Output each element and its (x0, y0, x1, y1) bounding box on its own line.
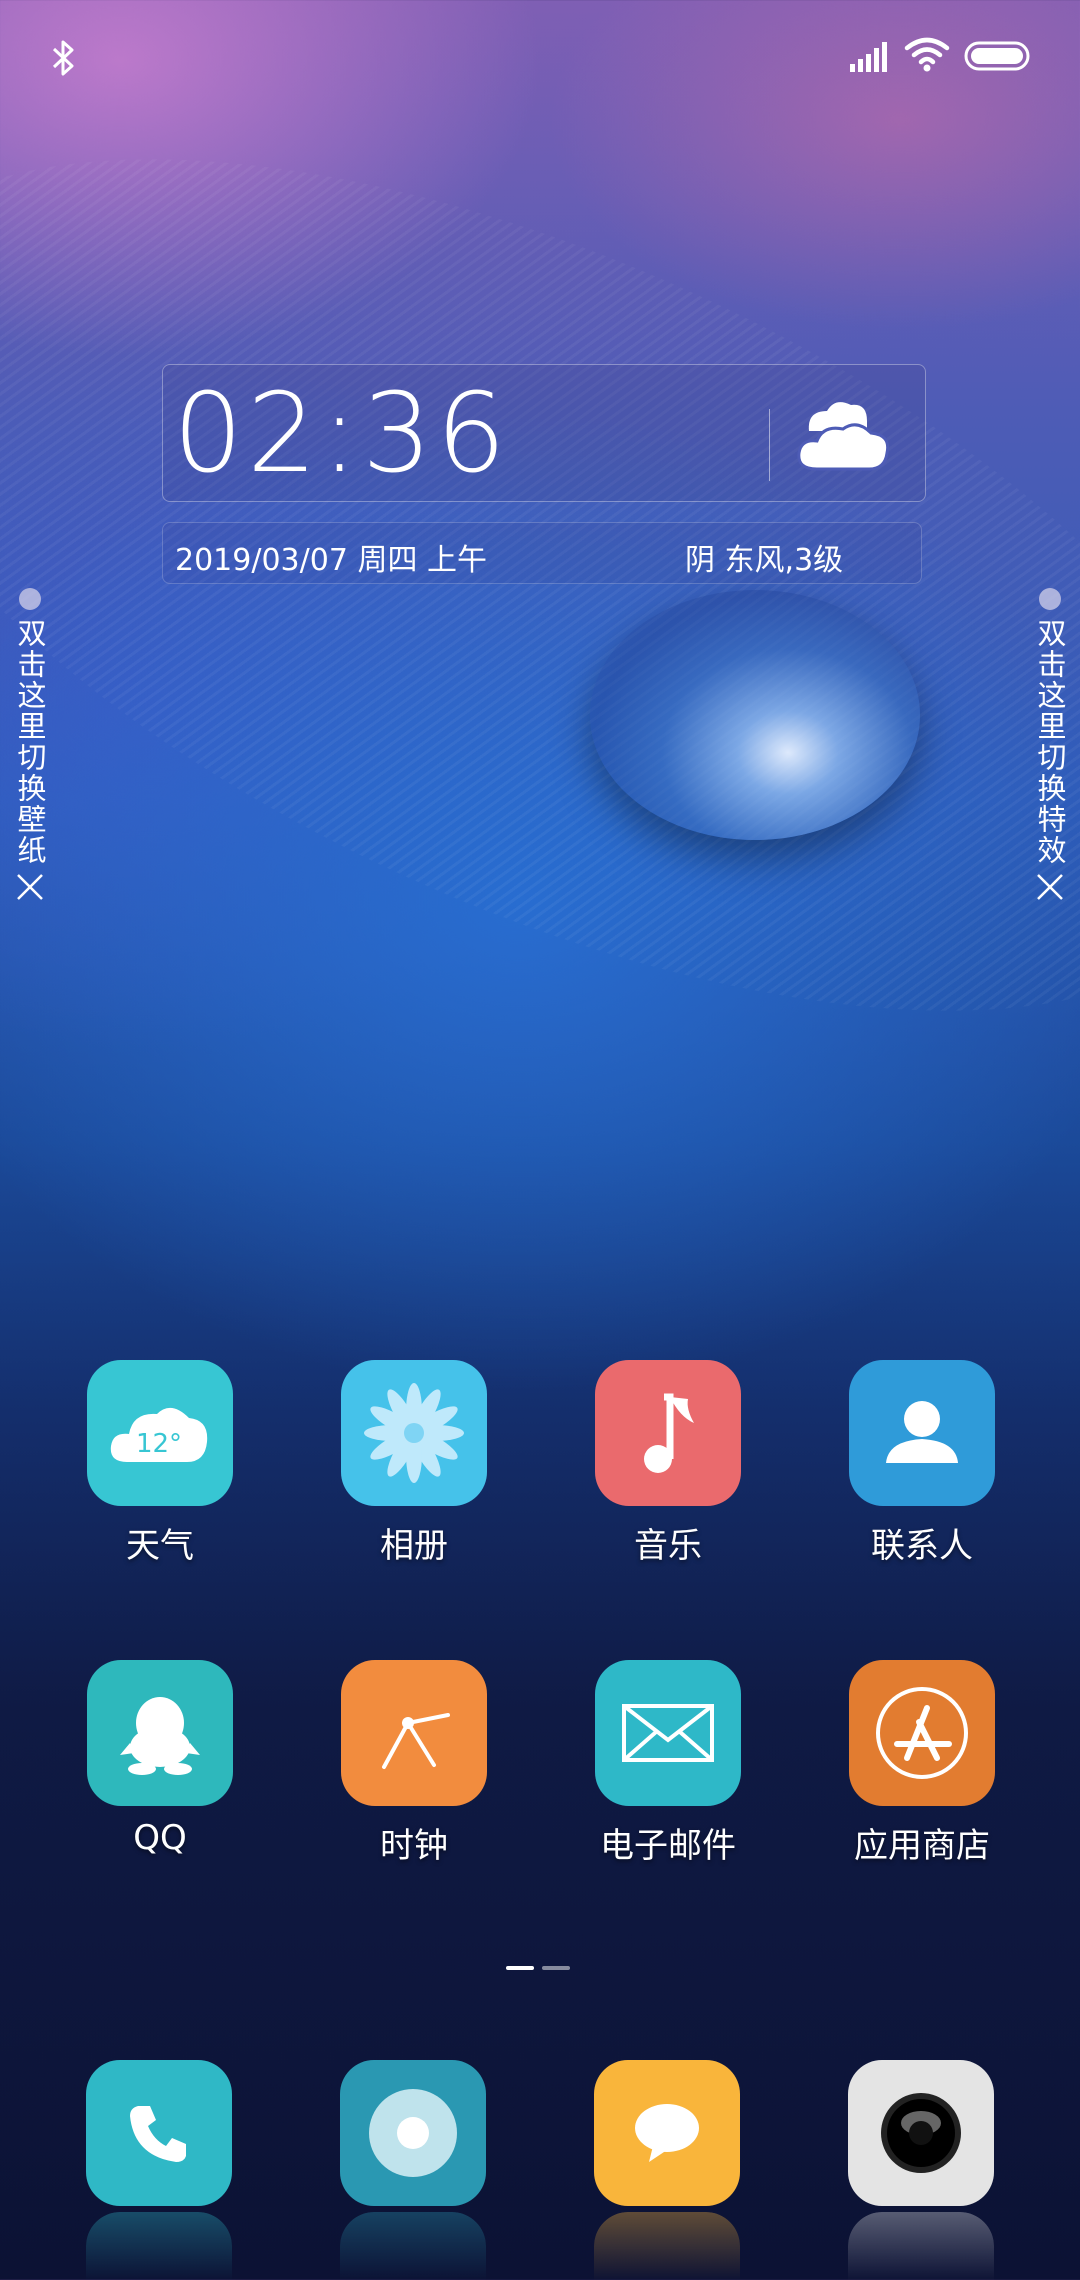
cloudy-weather-icon (797, 402, 890, 471)
app-clock[interactable]: 时钟 (314, 1660, 514, 1867)
contacts-person-icon[interactable] (849, 1360, 995, 1506)
app-label: 相册 (380, 1526, 448, 1566)
app-gallery[interactable]: 相册 (314, 1360, 514, 1567)
close-icon[interactable] (15, 872, 45, 902)
weather-text: 阴 东风,3级 (685, 543, 844, 578)
dock-reflection (340, 2212, 486, 2280)
date-text: 2019/03/07 周四 上午 (175, 543, 487, 578)
app-label: 应用商店 (854, 1826, 990, 1866)
dock-messages[interactable] (594, 2060, 742, 2280)
page-indicator[interactable] (506, 1966, 576, 1972)
dock-reflection (86, 2212, 232, 2280)
switch-effect-hint[interactable]: 双击这里切换特效 (1030, 588, 1070, 902)
app-email[interactable]: 电子邮件 (568, 1660, 768, 1867)
app-music[interactable]: 音乐 (568, 1360, 768, 1567)
app-store[interactable]: 应用商店 (822, 1660, 1022, 1867)
svg-text:12°: 12° (136, 1429, 182, 1459)
page-indicator-inactive (542, 1966, 570, 1970)
phone-icon[interactable] (86, 2060, 232, 2206)
hint-dot (1039, 588, 1061, 610)
page-indicator-active (506, 1966, 534, 1970)
switch-wallpaper-hint[interactable]: 双击这里切换壁纸 (10, 588, 50, 902)
dock-phone[interactable] (86, 2060, 234, 2280)
dock-camera[interactable] (848, 2060, 996, 2280)
qq-penguin-icon[interactable] (87, 1660, 233, 1806)
date-weather-bar: 2019/03/07 周四 上午 阴 东风,3级 (162, 522, 922, 584)
app-label: 天气 (126, 1526, 194, 1566)
hint-dot (19, 588, 41, 610)
dock-browser[interactable] (340, 2060, 488, 2280)
browser-compass-icon[interactable] (340, 2060, 486, 2206)
app-label: 时钟 (380, 1826, 448, 1866)
music-note-icon[interactable] (595, 1360, 741, 1506)
app-label: 音乐 (634, 1526, 702, 1566)
widget-divider (769, 409, 770, 481)
app-weather[interactable]: 12° 天气 (60, 1360, 260, 1567)
switch-effect-label: 双击这里切换特效 (1033, 618, 1067, 866)
wallpaper-feather (0, 0, 1080, 1187)
messages-bubble-icon[interactable] (594, 2060, 740, 2206)
app-label: QQ (133, 1818, 187, 1858)
dock-reflection (848, 2212, 994, 2280)
weather-icon[interactable]: 12° (87, 1360, 233, 1506)
close-icon[interactable] (1035, 872, 1065, 902)
status-bar (0, 0, 1080, 110)
mail-envelope-icon[interactable] (595, 1660, 741, 1806)
wallpaper-water-drop (590, 590, 920, 840)
clock-weather-widget[interactable]: 02:36 (162, 364, 926, 502)
bluetooth-icon (52, 40, 74, 76)
camera-icon[interactable] (848, 2060, 994, 2206)
app-label: 联系人 (871, 1526, 973, 1566)
switch-wallpaper-label: 双击这里切换壁纸 (13, 618, 47, 866)
cellular-signal-icon (850, 42, 887, 72)
battery-icon (964, 41, 1030, 71)
wifi-icon (904, 37, 950, 72)
app-label: 电子邮件 (600, 1826, 736, 1866)
app-contacts[interactable]: 联系人 (822, 1360, 1022, 1567)
clock-icon[interactable] (341, 1660, 487, 1806)
gallery-flower-icon[interactable] (341, 1360, 487, 1506)
clock-time: 02:36 (173, 369, 511, 497)
app-store-icon[interactable] (849, 1660, 995, 1806)
dock-reflection (594, 2212, 740, 2280)
app-qq[interactable]: QQ (60, 1660, 260, 1858)
